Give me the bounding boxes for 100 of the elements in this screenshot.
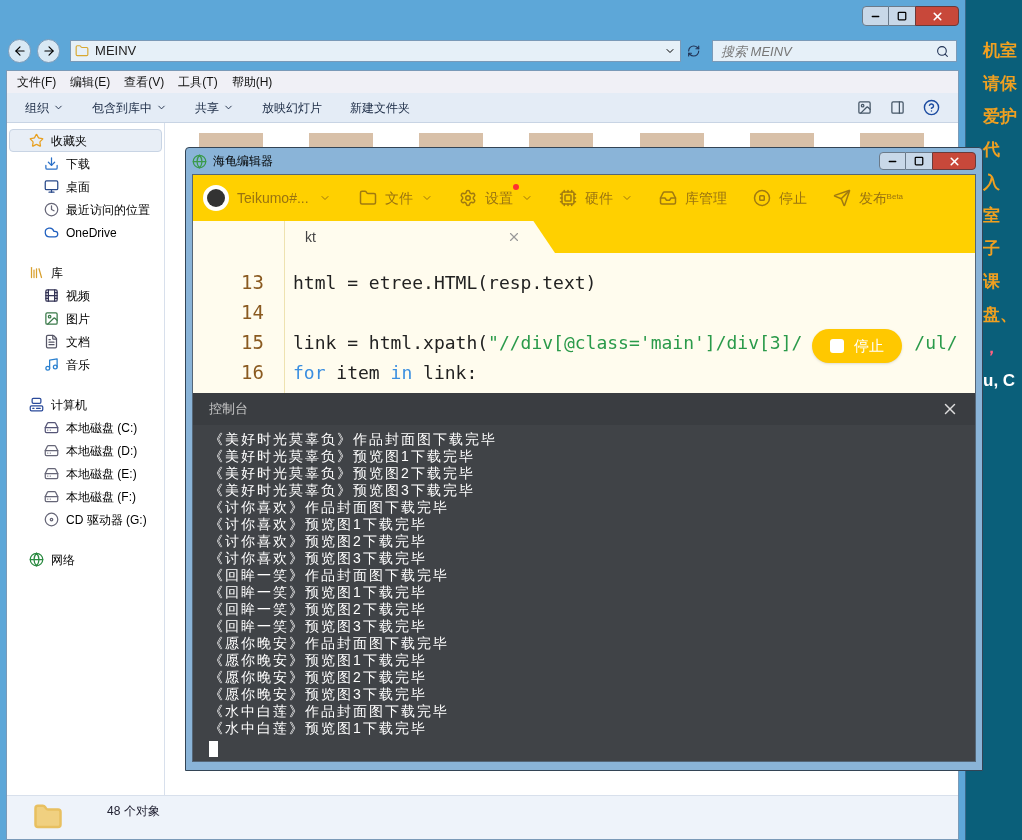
wallpaper-text: 请保: [983, 73, 1017, 94]
close-button[interactable]: [932, 152, 976, 170]
back-icon: [12, 44, 27, 58]
console-line: 《美好时光莫辜负》预览图3下载完毕: [209, 482, 476, 499]
wallpaper-text: 盘、: [983, 304, 1017, 325]
nav-item[interactable]: 本地磁盘 (D:): [66, 441, 138, 460]
nav-item[interactable]: 图片: [66, 309, 90, 328]
forward-button[interactable]: [37, 39, 61, 63]
close-button[interactable]: [915, 6, 959, 26]
toolbar-icon: [458, 189, 477, 207]
nav-icon: [43, 465, 60, 482]
nav-label: 计算机: [51, 396, 87, 414]
editor-tab[interactable]: kt: [285, 221, 555, 253]
nav-item[interactable]: OneDrive: [66, 223, 117, 242]
wallpaper-text: 室: [983, 205, 1000, 226]
line-number: 14: [241, 300, 264, 325]
console-line: 《回眸一笑》预览图1下载完毕: [209, 584, 428, 601]
close-icon: [947, 154, 961, 168]
refresh-icon[interactable]: [686, 44, 700, 58]
nav-label: 网络: [51, 551, 75, 569]
nav-item[interactable]: 桌面: [66, 177, 90, 196]
console-line: 《讨你喜欢》预览图1下载完毕: [209, 516, 428, 533]
nav-icon: [43, 333, 60, 350]
address-bar[interactable]: MEINV: [70, 40, 681, 62]
toolbar-icon: [832, 189, 851, 207]
wallpaper-text: u, C: [983, 370, 1016, 391]
line-number: 13: [241, 270, 264, 295]
nav-icon: [43, 488, 60, 505]
console-line: 《回眸一笑》预览图3下载完毕: [209, 618, 428, 635]
console-line: 《美好时光莫辜负》作品封面图下载完毕: [209, 431, 498, 448]
nav-icon: [43, 419, 60, 436]
toolbar-icon: [558, 189, 577, 207]
nav-icon: [43, 224, 60, 241]
forward-icon: [41, 44, 56, 58]
nav-icon: [43, 310, 60, 327]
nav-item[interactable]: 视频: [66, 286, 90, 305]
wallpaper-text: 子: [983, 238, 1000, 259]
nav-icon: [43, 155, 60, 172]
menu-item[interactable]: 帮助(H): [231, 73, 273, 91]
console-line: 《讨你喜欢》作品封面图下载完毕: [209, 499, 450, 516]
stop-icon: [830, 339, 844, 353]
nav-group[interactable]: 计算机: [9, 393, 162, 416]
nav-item[interactable]: 本地磁盘 (C:): [66, 418, 138, 437]
wallpaper-text: 代: [983, 139, 1000, 160]
code-text: html = etree.HTML(resp.text): [293, 270, 597, 295]
nav-item[interactable]: 本地磁盘 (F:): [66, 487, 136, 506]
window-title: 海龟编辑器: [213, 153, 273, 170]
toolbar-icon: [752, 189, 771, 207]
wallpaper-text: 机室: [983, 40, 1017, 61]
status-text: 48 个对象: [107, 803, 160, 820]
search-field[interactable]: 搜索 MEINV: [712, 40, 957, 62]
maximize-button[interactable]: [906, 152, 932, 170]
view-icon[interactable]: [857, 100, 872, 115]
nav-group[interactable]: 网络: [9, 548, 162, 571]
help-icon[interactable]: [923, 99, 940, 116]
toolbar-icon: [358, 189, 377, 207]
wallpaper-text: ，: [983, 337, 1000, 358]
maximize-icon: [914, 156, 924, 166]
app-icon: [192, 153, 207, 169]
nav-item[interactable]: 文档: [66, 332, 90, 351]
console-line: 《愿你晚安》作品封面图下载完毕: [209, 635, 450, 652]
search-icon: [936, 45, 949, 58]
nav-item[interactable]: 最近访问的位置: [66, 200, 150, 219]
nav-icon: [28, 132, 45, 149]
preview-pane-icon[interactable]: [890, 100, 905, 115]
nav-item[interactable]: 音乐: [66, 355, 90, 374]
menu-item[interactable]: 编辑(E): [70, 73, 111, 91]
nav-icon: [43, 511, 60, 528]
menu-item[interactable]: 工具(T): [178, 73, 218, 91]
console-line: 《回眸一笑》作品封面图下载完毕: [209, 567, 450, 584]
wallpaper-text: 爱护: [983, 106, 1017, 127]
command-button[interactable]: 新建文件夹: [350, 98, 410, 117]
console-line: 《美好时光莫辜负》预览图2下载完毕: [209, 465, 476, 482]
command-button[interactable]: 共享: [195, 98, 234, 117]
line-number: 16: [241, 360, 264, 385]
console-line: 《愿你晚安》预览图2下载完毕: [209, 669, 428, 686]
nav-label: 收藏夹: [51, 132, 87, 150]
nav-item[interactable]: CD 驱动器 (G:): [66, 510, 147, 529]
code-text: link = html.xpath("//div[@class='main']/div[3]/: [293, 330, 803, 355]
nav-icon: [28, 551, 45, 568]
nav-icon: [43, 287, 60, 304]
console-line: 《愿你晚安》预览图1下载完毕: [209, 652, 428, 669]
nav-item[interactable]: 本地磁盘 (E:): [66, 464, 137, 483]
back-button[interactable]: [8, 39, 32, 63]
nav-icon: [43, 201, 60, 218]
close-icon: [930, 9, 944, 23]
nav-group[interactable]: 库: [9, 261, 162, 284]
command-button[interactable]: 包含到库中: [92, 98, 167, 117]
maximize-button[interactable]: [889, 6, 915, 26]
maximize-icon: [897, 11, 907, 21]
nav-item[interactable]: 下载: [66, 154, 90, 173]
command-button[interactable]: 放映幻灯片: [262, 98, 322, 117]
wallpaper-text: 课: [983, 271, 1000, 292]
address-text: MEINV: [95, 42, 137, 61]
nav-group[interactable]: 收藏夹: [9, 129, 162, 152]
folder-icon: [75, 44, 90, 58]
line-number: 15: [241, 330, 264, 355]
menu-item[interactable]: 查看(V): [124, 73, 165, 91]
command-button[interactable]: 组织: [25, 98, 64, 117]
menu-item[interactable]: 文件(F): [17, 73, 57, 91]
